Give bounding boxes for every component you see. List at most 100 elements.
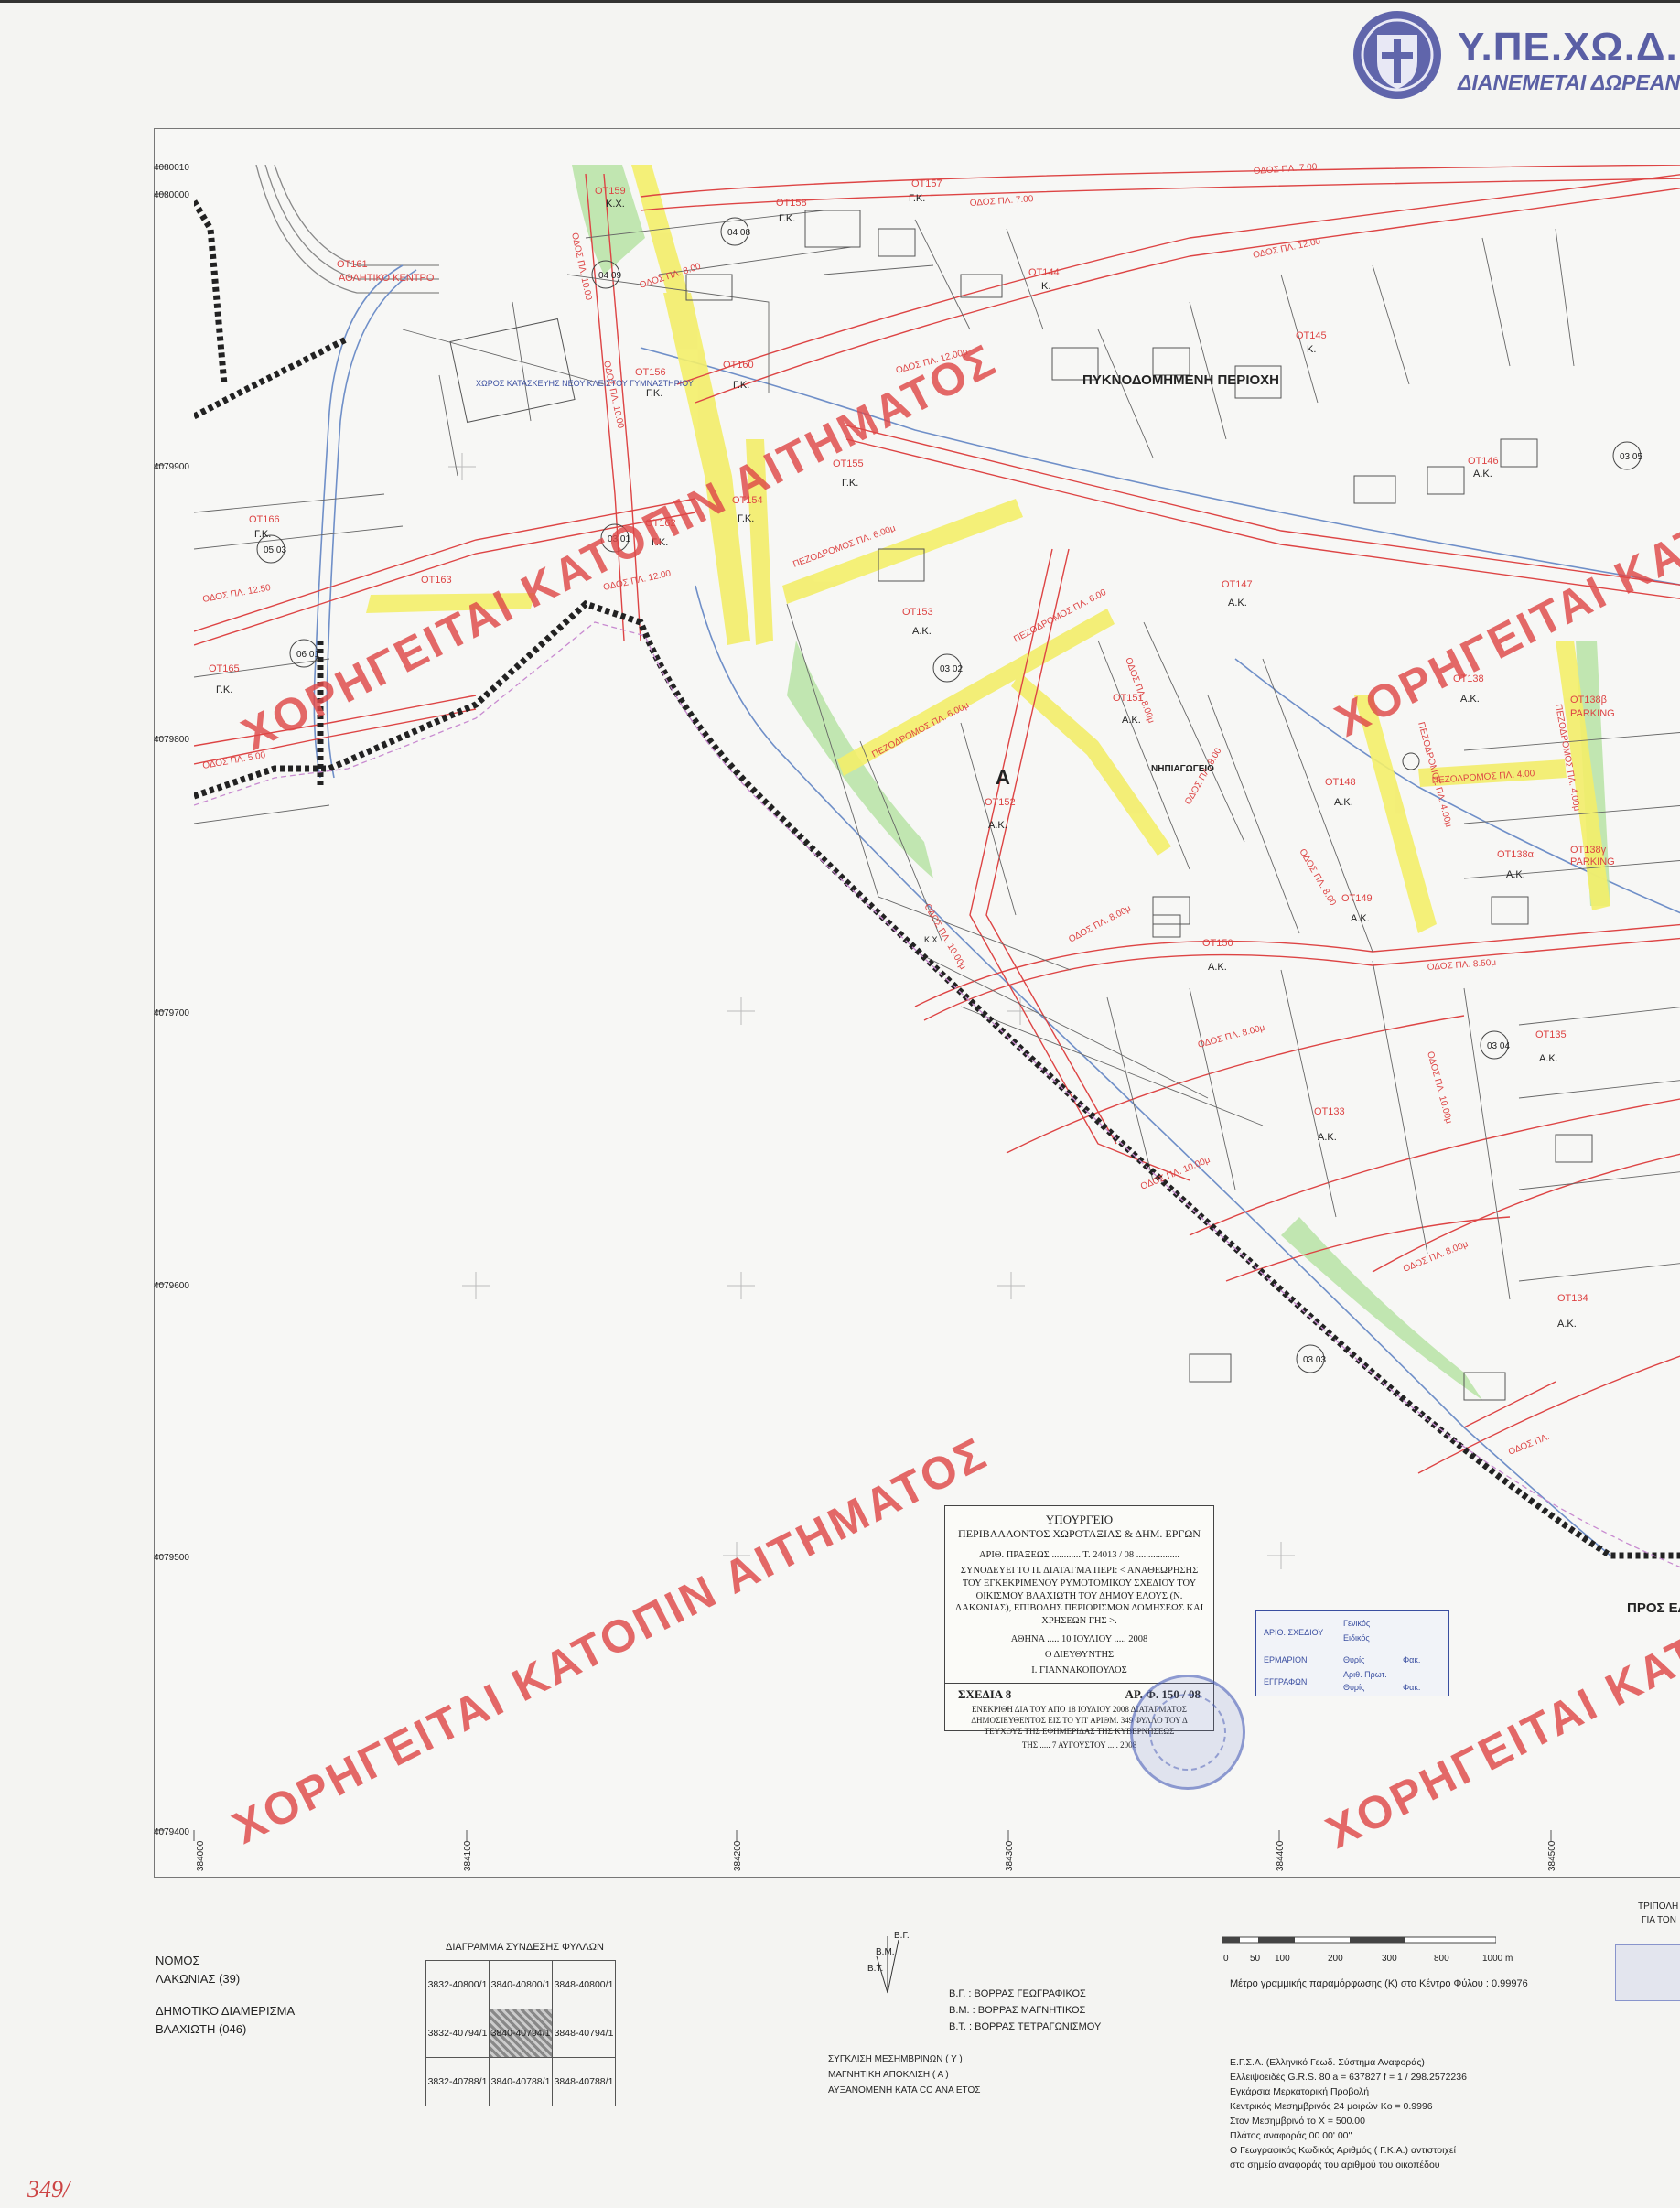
nomos-value: ΛΑΚΩΝΙΑΣ (39) <box>156 1972 241 1986</box>
road-label-21: ΟΔΟΣ ΠΛ. 8.00μ <box>1197 1023 1266 1050</box>
district-label: ΔΗΜΟΤΙΚΟ ΔΙΑΜΕΡΙΣΜΑ <box>156 2004 296 2018</box>
ot156-label: ΟΤ156 <box>635 367 666 378</box>
ot138g-label: ΟΤ138γ <box>1570 845 1607 856</box>
road-label-27: ΟΔΟΣ ΠΛ. <box>1507 1432 1551 1458</box>
north-geo-tag: Β.Γ. <box>894 1931 910 1941</box>
y-tick-5: 4079600 <box>154 1281 189 1291</box>
archive-stamp: ΑΡΙΘ. ΣΧΕΔΙΟΥ Γενικός Ειδικός ΕΡΜΑΡΙΟΝ Θ… <box>1255 1610 1449 1696</box>
sheet-cell: 3832-40794/1 <box>425 2009 490 2058</box>
sheet-0304: 03 04 <box>1487 1041 1510 1051</box>
sheet-0503: 05 03 <box>264 545 286 555</box>
ot138b-parking: PARKING <box>1570 708 1615 719</box>
ot158-desc: Γ.Κ. <box>779 213 795 224</box>
ot149-label: ΟΤ149 <box>1341 893 1373 904</box>
north-desc-grid: Β.Τ. : ΒΟΡΡΑΣ ΤΕΤΡΑΓΩΝΙΣΜΟΥ <box>949 2021 1102 2032</box>
ot158-label: ΟΤ158 <box>776 198 807 209</box>
y-tick-6: 4079500 <box>154 1553 189 1563</box>
ref-line-6: Πλάτος αναφοράς 00 00' 00'' <box>1230 2130 1352 2141</box>
sheet-index-title: ΔΙΑΓΡΑΜΜΑ ΣΥΝΔΕΣΗΣ ΦΥΛΛΩΝ <box>446 1942 604 1953</box>
ot166-desc: Γ.Κ. <box>254 529 271 540</box>
ot163-label: ΟΤ163 <box>421 575 452 586</box>
y-tick-7: 4079400 <box>154 1827 189 1837</box>
ref-line-2: Ελλειψοειδές G.R.S. 80 a = 637827 f = 1 … <box>1230 2072 1467 2083</box>
sheet-cell: 3848-40788/1 <box>552 2057 616 2106</box>
road-label-7: ΟΔΟΣ ΠΛ. 10.00 <box>601 360 625 429</box>
road-label-16: ΟΔΟΣ ΠΛ. 8.00μ <box>1067 903 1133 944</box>
stamp-row3-folder: Φακ. <box>1403 1683 1421 1692</box>
x-tick-1: 384100 <box>463 1840 473 1871</box>
ot165-desc: Γ.Κ. <box>216 684 232 695</box>
ot159-desc: Κ.Χ. <box>606 199 625 210</box>
north-desc-mag: Β.Μ. : ΒΟΡΡΑΣ ΜΑΓΝΗΤΙΚΟΣ <box>949 2005 1086 2016</box>
stamp-row1-special: Ειδικός <box>1343 1633 1370 1643</box>
kx-label: Κ.Χ. <box>924 935 940 944</box>
sheet-cell-current: 3840-40794/1 <box>489 2009 553 2058</box>
ot166-label: ΟΤ166 <box>249 514 280 525</box>
ot144-desc: Κ. <box>1041 281 1050 292</box>
ot135-desc: Α.Κ. <box>1539 1053 1558 1064</box>
convergence-line: ΣΥΓΚΛΙΣΗ ΜΕΣΗΜΒΡΙΝΩΝ ( Υ ) <box>828 2054 963 2064</box>
y-tick-3: 4079800 <box>154 735 189 745</box>
x-tick-4: 384400 <box>1276 1840 1286 1871</box>
north-grid-tag: Β.Τ. <box>867 1964 884 1974</box>
ref-line-8: στο σημείο αναφοράς του αριθμού του οικο… <box>1230 2160 1440 2170</box>
ot134-label: ΟΤ134 <box>1557 1293 1588 1304</box>
y-tick-2: 4079900 <box>154 462 189 472</box>
ot147-label: ΟΤ147 <box>1222 579 1253 590</box>
scale-tick-100: 100 <box>1275 1954 1290 1964</box>
ot159-label: ΟΤ159 <box>595 186 626 197</box>
ot157-desc: Γ.Κ. <box>909 193 925 204</box>
stamp-row3-label: ΕΓΓΡΑΦΩΝ <box>1264 1677 1308 1686</box>
right-cut-2: ΓΙΑ ΤΟΝ <box>1642 1915 1676 1925</box>
road-label-22: ΟΔΟΣ ΠΛ. 8.00 <box>1297 847 1338 908</box>
sheet-cell: 3840-40800/1 <box>489 1960 553 2009</box>
sheet-0408: 04 08 <box>727 228 750 238</box>
declination-line: ΜΑΓΝΗΤΙΚΗ ΑΠΟΚΛΙΣΗ ( Α ) <box>828 2070 949 2080</box>
stamp-row2-folder: Φακ. <box>1403 1655 1421 1664</box>
ot133-desc: Α.Κ. <box>1318 1132 1337 1143</box>
decree-director-name: Ι. ΓΙΑΝΝΑΚΟΠΟΥΛΟΣ <box>1031 1664 1127 1675</box>
ref-line-4: Κεντρικός Μεσημβρινός 24 μοιρών Ko = 0.9… <box>1230 2101 1433 2112</box>
ot149-desc: Α.Κ. <box>1351 913 1370 924</box>
north-mag-tag: Β.Μ. <box>876 1947 895 1957</box>
ot160-desc: Γ.Κ. <box>733 380 749 391</box>
dense-area-label: ΠΥΚΝΟΔΟΜΗΜΕΝΗ ΠΕΡΙΟΧΗ <box>1082 372 1279 388</box>
x-tick-2: 384200 <box>733 1840 743 1871</box>
sheet-cell: 3848-40800/1 <box>552 1960 616 2009</box>
decree-sheet: ΣΧΕΔΙΑ 8 <box>958 1686 1012 1701</box>
ot148-desc: Α.Κ. <box>1334 797 1353 808</box>
decree-act-number: ΑΡΙΘ. ΠΡΑΞΕΩΣ ............ Τ. 24013 / 08… <box>978 1549 1180 1560</box>
sheet-cell: 3832-40800/1 <box>425 1960 490 2009</box>
scale-tick-200: 200 <box>1328 1954 1343 1964</box>
road-label-6: ΟΔΟΣ ΠΛ. 10.00 <box>569 232 593 301</box>
sheet-0305: 03 05 <box>1620 452 1642 462</box>
sheet-cell: 3840-40788/1 <box>489 2057 553 2106</box>
ot138-desc: Α.Κ. <box>1460 694 1480 705</box>
settlement-boundary <box>194 621 1680 1568</box>
handwritten-number: 349/ <box>27 2176 70 2203</box>
stamp-row1-general: Γενικός <box>1343 1619 1371 1628</box>
scale-tick-50: 50 <box>1250 1954 1261 1964</box>
x-tick-0: 384000 <box>196 1840 206 1871</box>
stamp-row3-protocol: Αριθ. Πρωτ. <box>1343 1670 1387 1679</box>
ot152-label: ΟΤ152 <box>985 797 1016 808</box>
sheet-0303: 03 03 <box>1303 1355 1326 1365</box>
ot165-label: ΟΤ165 <box>209 663 240 674</box>
cadastral-map: 4080010 4080000 4079900 4079800 4079700 … <box>154 162 1680 1871</box>
scale-bar-icon <box>1222 1936 1496 1944</box>
road-label-1: ΟΔΟΣ ΠΛ. 7.00 <box>1253 162 1318 177</box>
scale-tick-1000: 1000 m <box>1482 1954 1513 1964</box>
road-label-9: ΟΔΟΣ ΠΛ. 12.50 <box>202 583 272 605</box>
ot138a-desc: Α.Κ. <box>1506 869 1525 880</box>
ot148-label: ΟΤ148 <box>1325 777 1356 788</box>
stamp-row1-label: ΑΡΙΘ. ΣΧΕΔΙΟΥ <box>1264 1628 1324 1637</box>
ot152-desc: Α.Κ. <box>988 820 1007 831</box>
ref-line-1: Ε.Γ.Σ.Α. (Ελληνικό Γεωδ. Σύστημα Αναφορά… <box>1230 2057 1425 2068</box>
road-label-18: ΟΔΟΣ ΠΛ. 8.00 <box>1183 746 1224 806</box>
ref-line-7: Ο Γεωγραφικός Κωδικός Αριθμός ( Γ.Κ.Α.) … <box>1230 2145 1456 2156</box>
ot161-label: ΟΤ161 <box>337 259 368 270</box>
ot145-desc: Κ. <box>1307 344 1316 355</box>
road-label-3: ΟΔΟΣ ΠΛ. 12.00 <box>1252 236 1321 260</box>
stamp-row2-door: Θυρίς <box>1343 1655 1365 1664</box>
road-label-20: ΟΔΟΣ ΠΛ. 10.00μ <box>1425 1050 1454 1125</box>
